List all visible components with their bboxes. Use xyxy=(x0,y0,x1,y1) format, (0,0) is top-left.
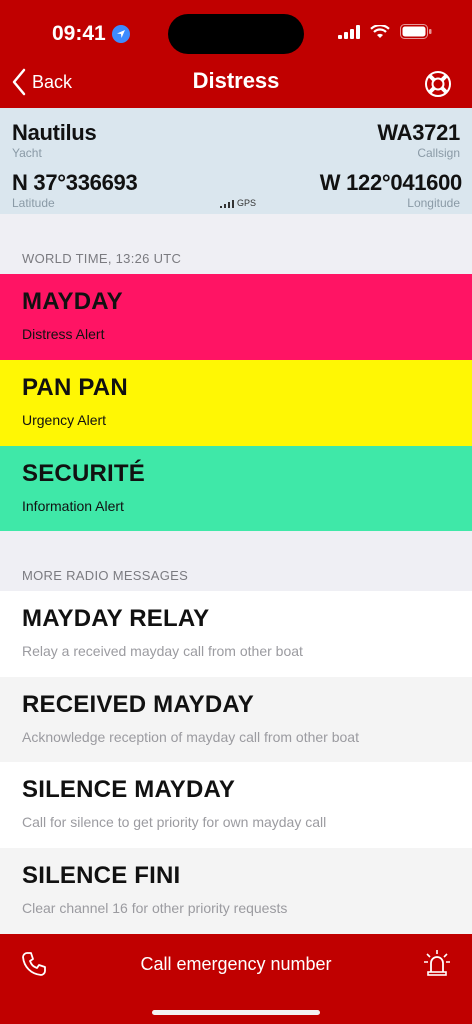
silence-mayday-row[interactable]: SILENCE MAYDAY Call for silence to get p… xyxy=(0,762,472,848)
message-title: RECEIVED MAYDAY xyxy=(22,691,254,718)
gps-label: GPS xyxy=(237,198,257,208)
message-title: SILENCE MAYDAY xyxy=(22,776,236,803)
cellular-signal-icon xyxy=(338,24,360,39)
mayday-relay-row[interactable]: MAYDAY RELAY Relay a received mayday cal… xyxy=(0,591,472,677)
mayday-alert-row[interactable]: MAYDAY Distress Alert xyxy=(0,274,472,360)
alert-title: MAYDAY xyxy=(22,288,123,315)
alert-title: PAN PAN xyxy=(22,374,128,401)
wifi-icon xyxy=(370,24,390,38)
navigation-bar: Back Distress xyxy=(0,60,472,108)
back-button[interactable]: Back xyxy=(12,68,72,96)
vessel-longitude-label: Longitude xyxy=(407,196,460,210)
gps-signal-icon xyxy=(220,200,234,208)
status-time: 09:41 xyxy=(52,22,130,46)
siren-icon xyxy=(424,950,450,976)
location-arrow-icon xyxy=(111,25,130,43)
vessel-callsign: WA3721 xyxy=(377,120,460,145)
vessel-callsign-label: Callsign xyxy=(417,146,460,160)
bottom-bar: Call emergency number xyxy=(0,934,472,1024)
securite-alert-row[interactable]: SECURITÉ Information Alert xyxy=(0,446,472,531)
vessel-latitude-label: Latitude xyxy=(12,196,55,210)
message-subtitle: Acknowledge reception of mayday call fro… xyxy=(22,729,359,745)
alert-subtitle: Distress Alert xyxy=(22,326,105,342)
message-subtitle: Call for silence to get priority for own… xyxy=(22,814,327,830)
vessel-name: Nautilus xyxy=(12,120,97,145)
dynamic-island xyxy=(168,14,304,54)
status-time-label: 09:41 xyxy=(52,22,106,45)
status-bar: 09:41 xyxy=(0,0,472,64)
lifebuoy-button[interactable] xyxy=(424,70,452,103)
status-icons xyxy=(338,24,432,39)
chevron-left-icon xyxy=(12,68,26,96)
lifebuoy-icon xyxy=(425,71,451,97)
message-title: SILENCE FINI xyxy=(22,862,181,889)
message-subtitle: Clear channel 16 for other priority requ… xyxy=(22,900,288,916)
alert-subtitle: Information Alert xyxy=(22,498,124,514)
message-title: MAYDAY RELAY xyxy=(22,605,210,632)
alert-subtitle: Urgency Alert xyxy=(22,412,107,428)
back-label: Back xyxy=(32,71,73,92)
gps-indicator: GPS xyxy=(220,198,256,208)
vessel-name-label: Yacht xyxy=(12,146,42,160)
vessel-info-panel: Nautilus Yacht WA3721 Callsign N 37°3366… xyxy=(0,108,472,214)
siren-button[interactable] xyxy=(422,948,452,983)
section-header-world-time: WORLD TIME, 13:26 UTC xyxy=(22,251,182,266)
battery-icon xyxy=(400,24,432,39)
pan-pan-alert-row[interactable]: PAN PAN Urgency Alert xyxy=(0,360,472,446)
home-indicator xyxy=(152,1010,320,1015)
vessel-longitude: W 122°041600 xyxy=(319,170,463,195)
alert-title: SECURITÉ xyxy=(22,460,145,487)
call-emergency-button[interactable]: Call emergency number xyxy=(0,954,472,975)
received-mayday-row[interactable]: RECEIVED MAYDAY Acknowledge reception of… xyxy=(0,677,472,762)
vessel-latitude: N 37°336693 xyxy=(12,170,138,195)
silence-fini-row[interactable]: SILENCE FINI Clear channel 16 for other … xyxy=(0,848,472,934)
section-header-more-messages: MORE RADIO MESSAGES xyxy=(22,568,189,583)
message-subtitle: Relay a received mayday call from other … xyxy=(22,643,303,659)
